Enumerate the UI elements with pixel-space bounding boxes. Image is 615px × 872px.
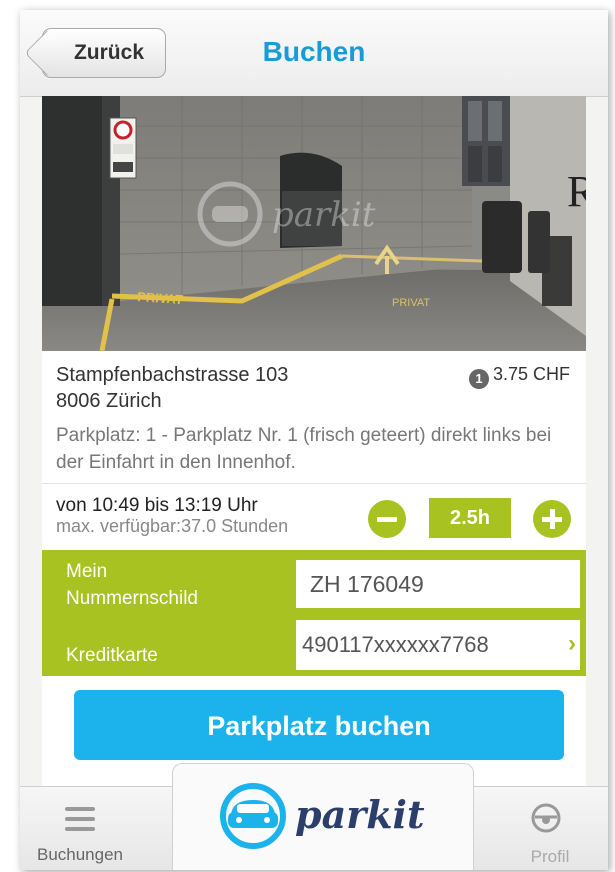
decrease-duration-button[interactable] xyxy=(368,500,406,538)
privat-marking-right: PRIVAT xyxy=(392,297,430,309)
city-address: 8006 Zürich xyxy=(56,390,162,412)
time-range: von 10:49 bis 13:19 Uhr xyxy=(56,495,258,516)
tab-profile[interactable]: Profil xyxy=(500,787,608,870)
max-available-value: 37.0 Stunden xyxy=(181,516,289,536)
max-available: max. verfügbar:37.0 Stunden xyxy=(56,516,288,537)
book-parking-button[interactable]: Parkplatz buchen xyxy=(74,690,564,760)
tab-bookings-label: Buchungen xyxy=(36,845,124,864)
photo-watermark: parkit xyxy=(272,195,376,235)
divider xyxy=(42,483,586,484)
tab-home-logo[interactable]: parkit xyxy=(172,763,474,870)
coin-icon: 1 xyxy=(468,369,489,389)
navigation-bar: Zurück Buchen xyxy=(20,10,608,97)
menu-icon xyxy=(65,807,95,831)
spot-description: Parkplatz: 1 - Parkplatz Nr. 1 (frisch g… xyxy=(56,425,552,473)
tab-bookings[interactable]: Buchungen xyxy=(20,787,170,870)
plate-label: Mein Nummernschild xyxy=(66,561,198,609)
logo-text: parkit xyxy=(295,792,425,837)
duration-value: 2.5h xyxy=(429,498,511,538)
price: 1 3.75 CHF xyxy=(468,364,570,389)
price-value: 3.75 CHF xyxy=(492,364,570,384)
tab-profile-label: Profil xyxy=(530,847,570,866)
increase-duration-button[interactable] xyxy=(533,500,571,538)
privat-marking-left: PRIVAT xyxy=(137,289,184,307)
parkit-logo: parkit xyxy=(220,783,425,849)
svg-text:R: R xyxy=(567,167,586,216)
app-screen: Zurück Buchen R parkit PRIVAT PRIVAT Sta… xyxy=(20,10,608,870)
page-title: Buchen xyxy=(262,36,366,67)
chevron-right-icon: › xyxy=(568,630,576,657)
steering-wheel-icon xyxy=(531,803,561,833)
plate-field[interactable] xyxy=(296,560,580,608)
max-available-label: max. verfügbar: xyxy=(56,516,182,536)
credit-card-label: Kreditkarte xyxy=(66,645,158,666)
booking-card: R parkit PRIVAT PRIVAT Stampfenbachstras… xyxy=(42,96,586,786)
booking-form: Mein Nummernschild Kreditkarte 490117xxx… xyxy=(42,550,586,676)
credit-card-selector[interactable]: 490117xxxxxx7768 › xyxy=(296,620,580,670)
credit-card-value: 490117xxxxxx7768 xyxy=(302,632,489,657)
parking-spot-photo: R parkit PRIVAT PRIVAT xyxy=(42,96,586,351)
plate-input[interactable] xyxy=(296,560,570,608)
street-address: Stampfenbachstrasse 103 xyxy=(56,364,289,386)
tab-bar: Buchungen parkit Profil xyxy=(20,763,608,870)
